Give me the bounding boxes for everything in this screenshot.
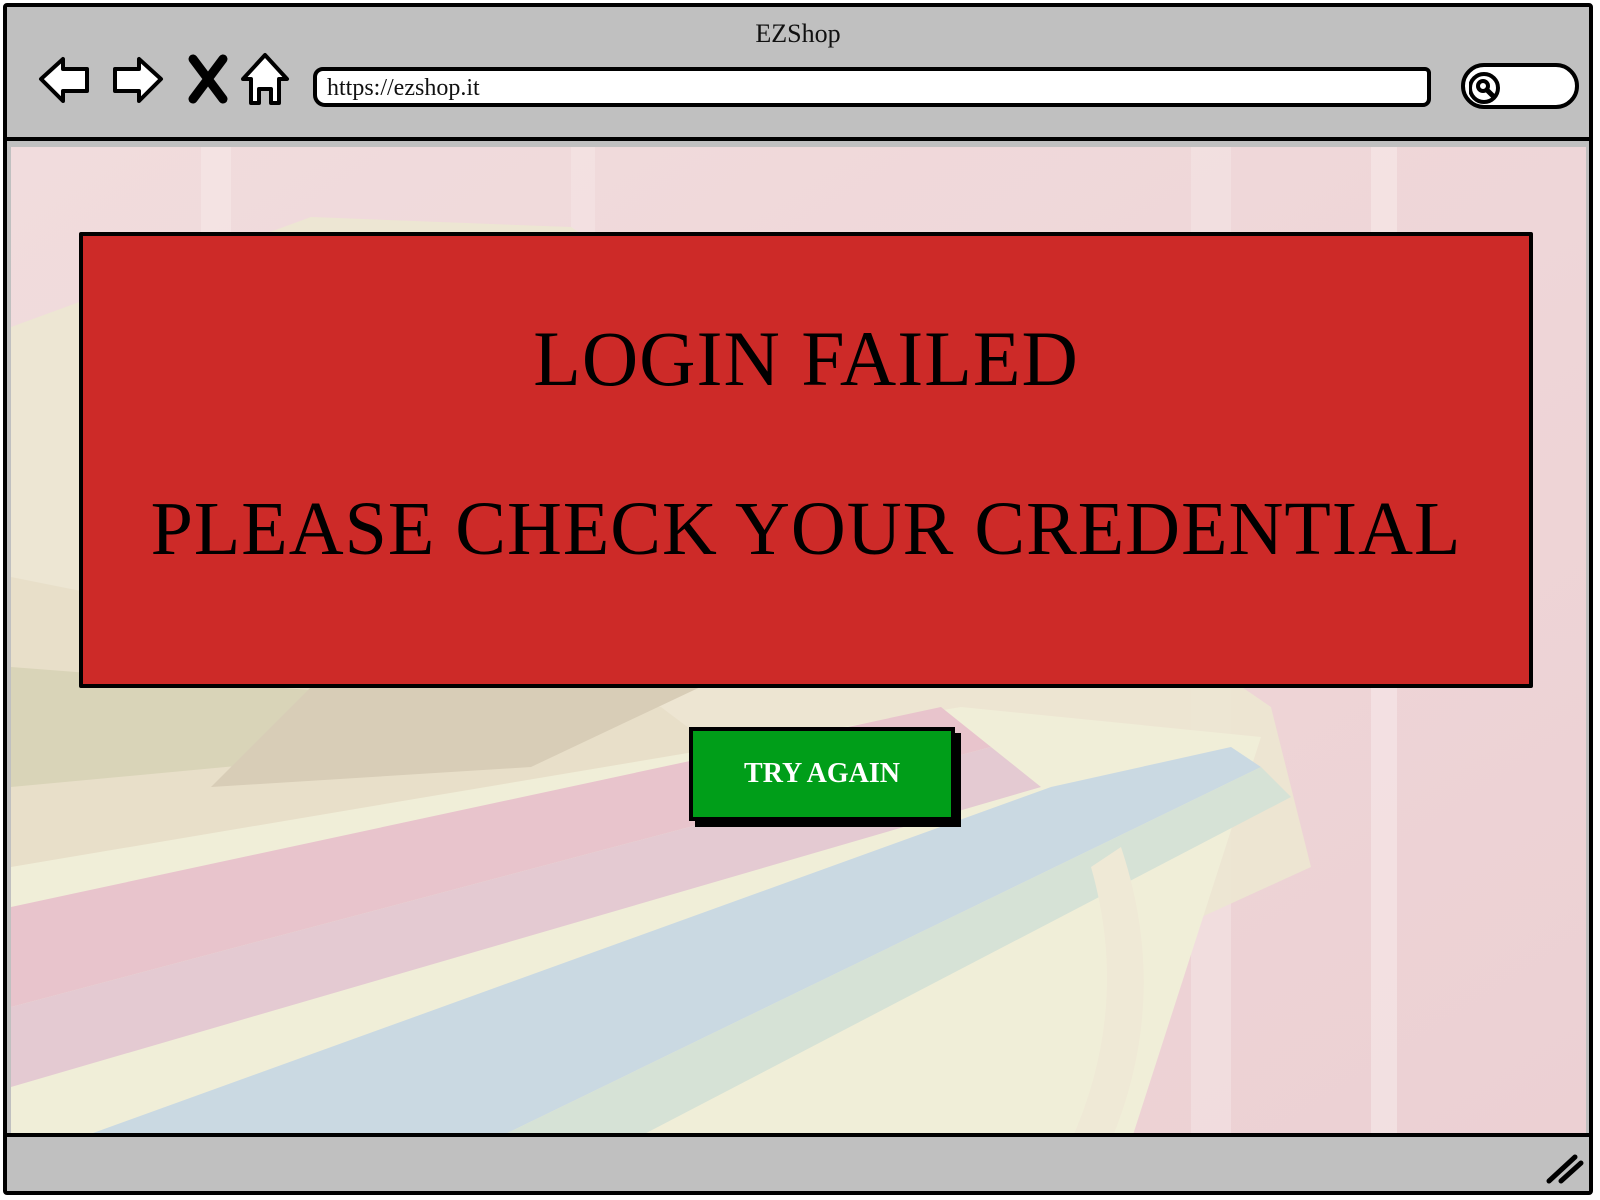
- error-panel: LOGIN FAILED PLEASE CHECK YOUR CREDENTIA…: [79, 232, 1533, 688]
- arrow-left-icon[interactable]: [35, 49, 95, 109]
- search-box[interactable]: [1461, 63, 1579, 109]
- error-message: PLEASE CHECK YOUR CREDENTIAL: [150, 487, 1462, 571]
- arrow-right-icon[interactable]: [107, 49, 167, 109]
- page-content: LOGIN FAILED PLEASE CHECK YOUR CREDENTIA…: [11, 147, 1586, 1141]
- error-title: LOGIN FAILED: [533, 315, 1079, 402]
- url-input[interactable]: https://ezshop.it: [313, 67, 1431, 107]
- try-again-button[interactable]: TRY AGAIN: [689, 727, 955, 821]
- browser-window: EZShop https://ezshop.it LOGIN FAILED PL…: [3, 3, 1593, 1195]
- search-icon[interactable]: [1469, 71, 1503, 105]
- status-bar: [7, 1133, 1589, 1191]
- close-icon[interactable]: [179, 49, 239, 109]
- window-title: EZShop: [755, 19, 841, 48]
- browser-toolbar: EZShop https://ezshop.it: [7, 7, 1589, 141]
- home-icon[interactable]: [235, 49, 295, 109]
- resize-grip-icon[interactable]: [1545, 1149, 1585, 1185]
